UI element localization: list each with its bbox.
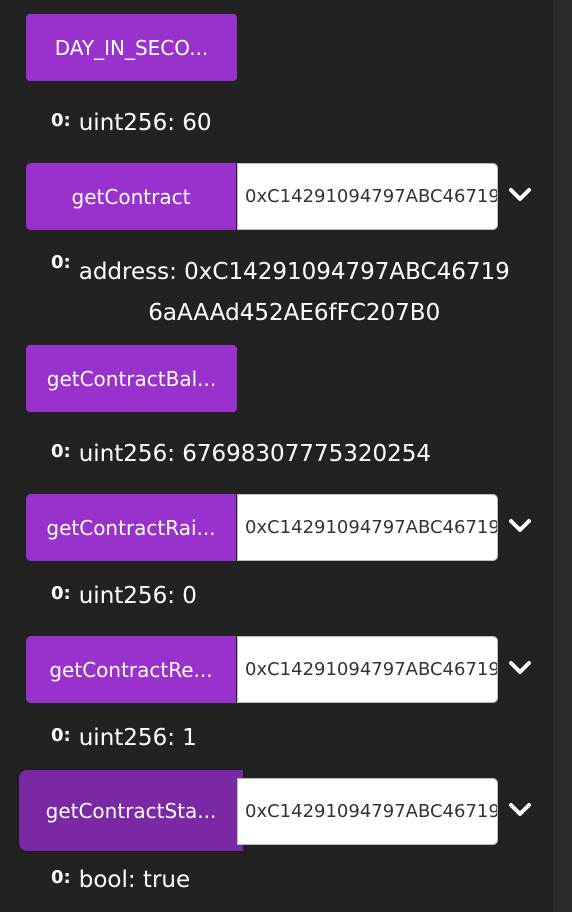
output-index: 0:	[51, 583, 71, 604]
output-value: uint256: 0	[78, 583, 197, 609]
output-get-contract-re: 0: uint256: 1	[51, 725, 197, 751]
get-contract-button[interactable]: getContract	[26, 163, 236, 230]
output-get-contract: 0: address: 0xC14291094797ABC46719 6aAAAd4…	[51, 252, 510, 334]
output-value: bool: true	[78, 867, 191, 893]
output-index: 0:	[51, 110, 71, 131]
output-get-contract-sta: 0: bool: true	[51, 867, 190, 893]
output-value: address: 0xC14291094797ABC46719	[78, 259, 510, 285]
get-contract-rai-button[interactable]: getContractRai...	[26, 494, 236, 561]
chevron-down-icon[interactable]	[508, 516, 532, 536]
output-get-contract-rai: 0: uint256: 0	[51, 583, 197, 609]
output-day-in-seconds: 0: uint256: 60	[51, 110, 212, 136]
output-get-contract-balance: 0: uint256: 67698307775320254	[51, 441, 431, 467]
output-index: 0:	[51, 867, 71, 888]
get-contract-sta-button[interactable]: getContractSta...	[19, 770, 243, 851]
output-value-line2: 6aAAAd452AE6fFC207B0	[148, 300, 441, 326]
output-index: 0:	[51, 725, 71, 746]
get-contract-re-input[interactable]: 0xC14291094797ABC46719	[237, 636, 498, 703]
scrollbar-track[interactable]	[553, 0, 572, 912]
get-contract-input[interactable]: 0xC14291094797ABC46719	[237, 163, 498, 230]
output-value: uint256: 67698307775320254	[78, 441, 432, 467]
output-index: 0:	[51, 441, 71, 462]
get-contract-balance-button[interactable]: getContractBal...	[26, 345, 237, 412]
output-index: 0:	[51, 252, 71, 273]
chevron-down-icon[interactable]	[508, 800, 532, 820]
get-contract-re-button[interactable]: getContractRe...	[26, 636, 236, 703]
day-in-seconds-button[interactable]: DAY_IN_SECO...	[26, 14, 237, 81]
get-contract-sta-input[interactable]: 0xC14291094797ABC46719	[237, 778, 498, 845]
output-value: uint256: 1	[78, 725, 197, 751]
get-contract-rai-input[interactable]: 0xC14291094797ABC46719	[237, 494, 498, 561]
chevron-down-icon[interactable]	[508, 185, 532, 205]
chevron-down-icon[interactable]	[508, 658, 532, 678]
output-value: uint256: 60	[78, 110, 212, 136]
